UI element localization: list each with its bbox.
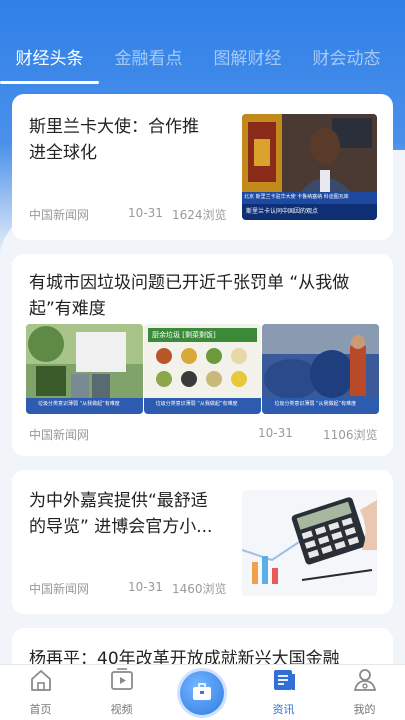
tab-finance-highlights[interactable]: 金融看点 — [99, 36, 198, 84]
article-title: 斯里兰卡大使：合作推 进全球化 — [29, 117, 199, 163]
home-icon — [28, 667, 54, 697]
article-views: 1106浏览 — [323, 428, 378, 442]
bottom-tab-bar: 首页 视频 资讯 我的 — [0, 664, 405, 720]
article-source: 中国新闻网 — [29, 428, 90, 442]
article-date: 10-31 — [258, 426, 293, 440]
tabbar-profile[interactable]: 我的 — [324, 665, 405, 720]
thumbnail-caption: 斯里兰卡认同中国因的观点 — [246, 208, 319, 215]
article-source: 中国新闻网 — [29, 208, 90, 222]
article-views: 1624浏览 — [172, 208, 227, 222]
article-views: 1460浏览 — [172, 582, 227, 596]
news-card[interactable]: 有城市因垃圾问题已开近千张罚单 “从我做 起”有难度 厨余垃圾 [剩菜剩饭] 垃… — [12, 254, 393, 456]
category-tabs: 财经头条 金融看点 图解财经 财会动态 — [0, 36, 405, 84]
article-title: 为中外嘉宾提供“最舒适 的导览” 进博会官方小... — [29, 491, 213, 537]
article-thumbnail — [242, 490, 377, 596]
tabbar-center-button[interactable] — [162, 665, 243, 720]
article-thumbnail: 北京 斯里兰卡驻华大使 卡鲁纳塞纳 科迪图瓦库 斯里兰卡认同中国因的观点 — [242, 114, 377, 220]
tab-finance-headlines[interactable]: 财经头条 — [0, 36, 99, 84]
tabbar-news[interactable]: 资讯 — [243, 665, 324, 720]
user-icon — [352, 667, 378, 697]
thumbnail-caption-top: 北京 斯里兰卡驻华大使 卡鲁纳塞纳 科迪图瓦库 — [244, 194, 349, 200]
article-date: 10-31 — [128, 580, 163, 594]
tab-accounting-news[interactable]: 财会动态 — [297, 36, 396, 84]
briefcase-icon — [191, 681, 213, 707]
image-caption: 垃圾分类意识薄弱 “从我做起”有难度 垃圾分类意识薄弱 “从我做起”有难度 垃圾… — [38, 401, 357, 407]
article-title: 有城市因垃圾问题已开近千张罚单 “从我做 起”有难度 — [29, 273, 350, 319]
article-date: 10-31 — [128, 206, 163, 220]
image-2-header: 厨余垃圾 [剩菜剩饭] — [152, 331, 216, 339]
news-icon — [271, 667, 297, 697]
tab-finance-graphics[interactable]: 图解财经 — [198, 36, 297, 84]
news-card[interactable]: 斯里兰卡大使：合作推 进全球化 中国新闻网 10-31 1624浏览 北京 斯里… — [12, 94, 393, 240]
news-card[interactable]: 为中外嘉宾提供“最舒适 的导览” 进博会官方小... 中国新闻网 10-31 1… — [12, 470, 393, 614]
tabbar-video[interactable]: 视频 — [81, 665, 162, 720]
article-source: 中国新闻网 — [29, 582, 90, 596]
video-icon — [109, 667, 135, 697]
tabbar-home[interactable]: 首页 — [0, 665, 81, 720]
